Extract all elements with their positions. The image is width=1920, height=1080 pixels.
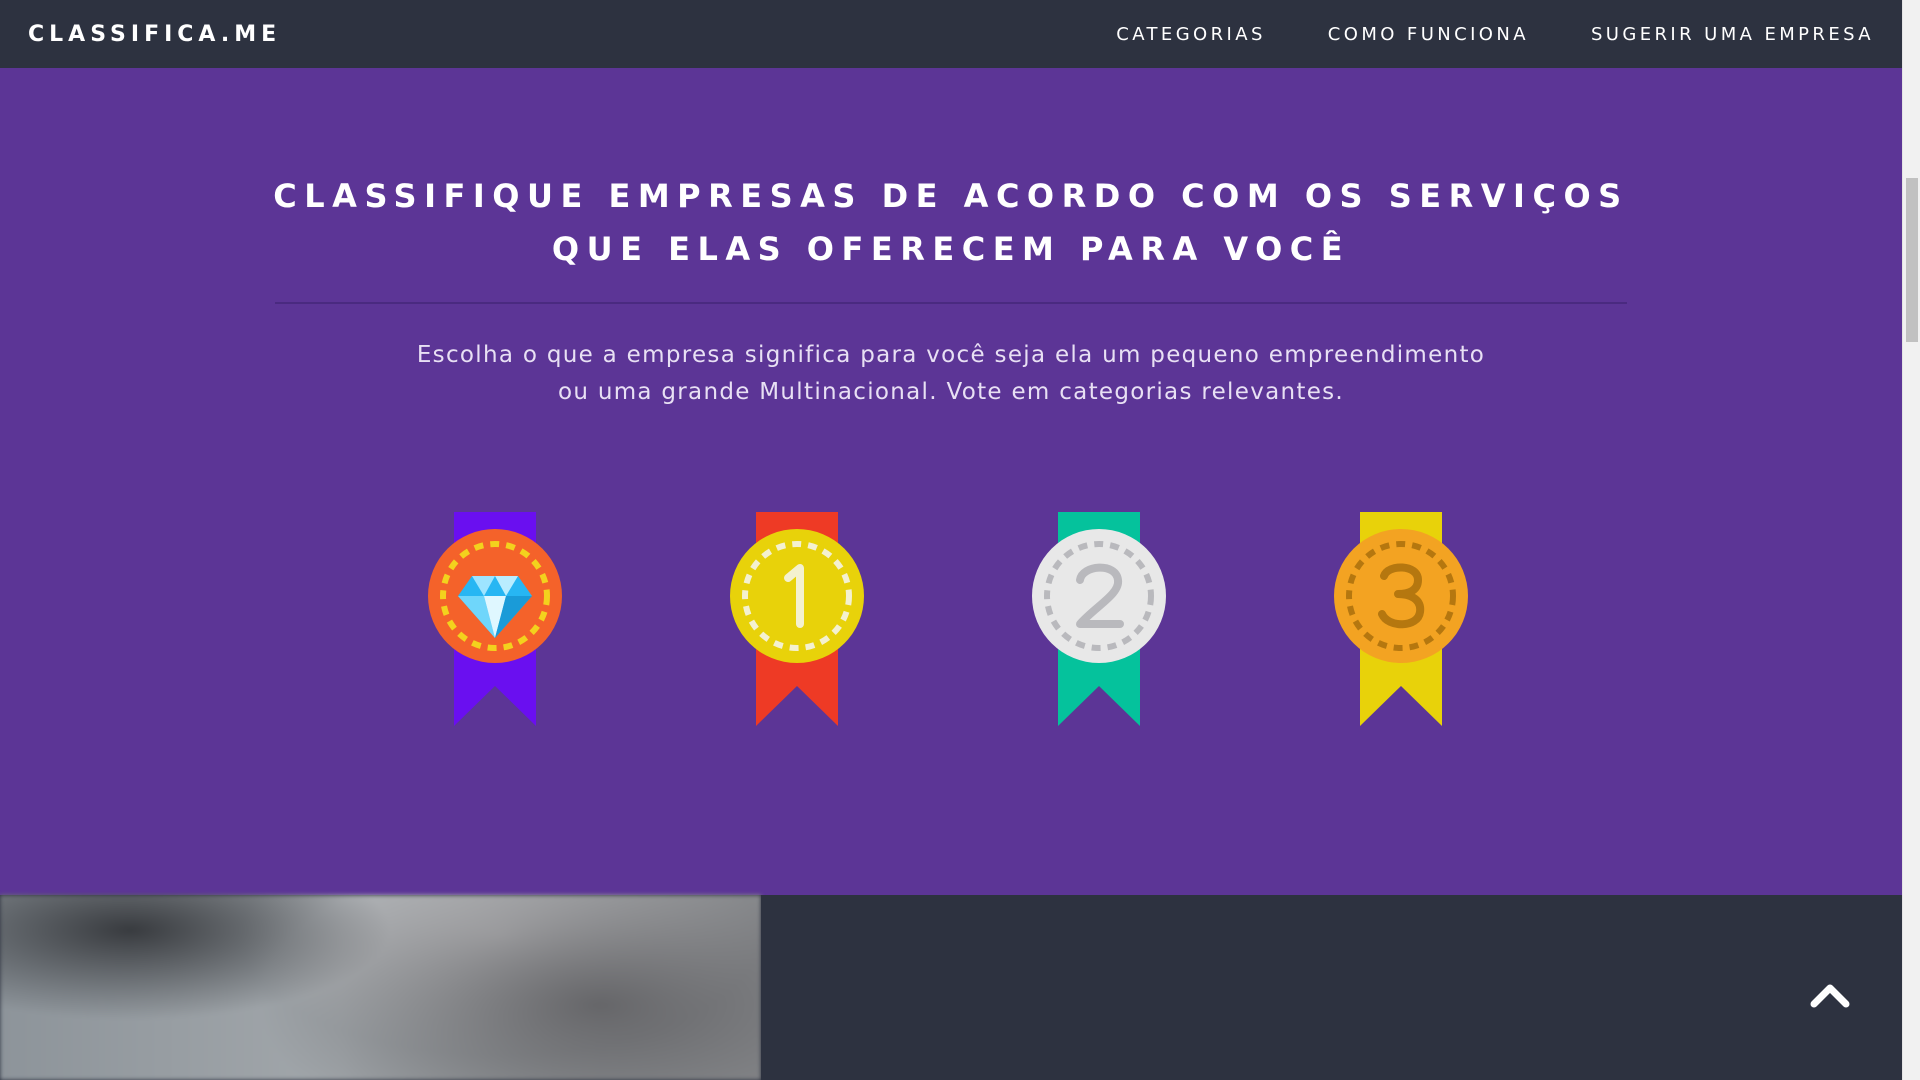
hero-divider xyxy=(275,302,1627,304)
hero-subtitle: Escolha o que a empresa significa para v… xyxy=(416,342,1486,405)
hero-title: CLASSIFIQUE EMPRESAS DE ACORDO COM OS SE… xyxy=(273,177,1629,268)
page: CLASSIFICA.ME CATEGORIAS COMO FUNCIONA S… xyxy=(0,0,1920,1080)
scrollbar[interactable] xyxy=(1902,0,1920,1080)
nav-link-sugerir-uma-empresa[interactable]: SUGERIR UMA EMPRESA xyxy=(1591,24,1874,45)
dark-panel xyxy=(761,895,1902,1080)
diamond-medal-icon xyxy=(428,510,568,730)
hero-section: CLASSIFIQUE EMPRESAS DE ACORDO COM OS SE… xyxy=(0,68,1902,895)
blurred-photo xyxy=(0,895,761,1080)
third-place-medal-icon xyxy=(1334,510,1474,730)
scrollbar-thumb[interactable] xyxy=(1906,178,1918,342)
brand-logo[interactable]: CLASSIFICA.ME xyxy=(28,22,281,47)
nav-link-como-funciona[interactable]: COMO FUNCIONA xyxy=(1328,24,1529,45)
nav-links: CATEGORIAS COMO FUNCIONA SUGERIR UMA EMP… xyxy=(1054,24,1874,45)
first-place-medal-icon xyxy=(730,510,870,730)
back-to-top-button[interactable] xyxy=(1808,978,1852,1010)
navbar: CLASSIFICA.ME CATEGORIAS COMO FUNCIONA S… xyxy=(0,0,1902,68)
second-place-medal-icon xyxy=(1032,510,1172,730)
nav-link-categorias[interactable]: CATEGORIAS xyxy=(1116,24,1266,45)
chevron-up-icon xyxy=(1810,984,1850,1008)
